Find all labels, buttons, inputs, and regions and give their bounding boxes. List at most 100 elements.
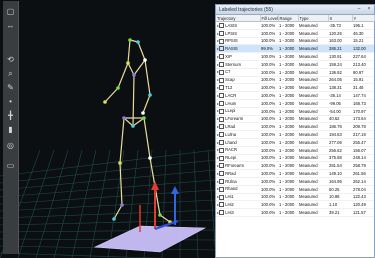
visibility-checkbox[interactable]: [219, 179, 225, 185]
cell-range: 1 - 2000: [278, 161, 298, 171]
table-row[interactable]: ▸ C7 100.0% 1 - 2000 Measured 136.92 90.97: [216, 68, 374, 77]
table-row[interactable]: ▸ LUlna 100.0% 1 - 2000 Measured 194.63 217.19: [216, 130, 374, 139]
table-row[interactable]: ▸ LHi1 100.0% 1 - 2000 Measured 10.88 122.43: [216, 193, 374, 202]
table-row[interactable]: ▸ RPSIS 100.0% 1 - 2000 Measured 163.00 15.21: [216, 37, 374, 46]
marker-point[interactable]: [141, 111, 145, 115]
marker-point[interactable]: [112, 217, 116, 221]
table-row[interactable]: ▸ Scap 100.0% 1 - 2000 Measured 264.05 15.91: [216, 76, 374, 85]
cell-x: 120.26: [328, 29, 352, 38]
zoom-icon[interactable]: ⌕: [5, 69, 16, 79]
marker-point[interactable]: [148, 156, 152, 160]
cell-y: 132.00: [352, 44, 374, 54]
visibility-checkbox[interactable]: [219, 186, 225, 192]
screen-icon[interactable]: ▭: [5, 161, 16, 171]
visibility-checkbox[interactable]: [219, 38, 225, 44]
marker-point[interactable]: [158, 213, 162, 217]
table-row[interactable]: ▸ LHi3 100.0% 1 - 2000 Measured 39.21 121.57: [216, 208, 374, 217]
table-row[interactable]: ▸ RACR 100.0% 1 - 2000 Measured 256.62 156.07: [216, 146, 374, 155]
cell-type: Measured: [298, 161, 328, 171]
marker-point[interactable]: [103, 100, 107, 104]
trajectory-name: C7: [225, 69, 231, 75]
cell-type: Measured: [298, 138, 328, 147]
table-row[interactable]: ▸ Lhand 100.0% 1 - 2000 Measured 277.06 255.47: [216, 138, 374, 147]
visibility-checkbox[interactable]: [219, 101, 225, 107]
table-row[interactable]: ▸ LASIS 100.0% 1 - 2000 Measured -35.73 195.1: [216, 21, 374, 30]
visibility-checkbox[interactable]: [219, 171, 225, 177]
marker-point[interactable]: [143, 58, 147, 62]
cell-fill: 100.0%: [260, 122, 278, 132]
marker-point[interactable]: [122, 116, 126, 120]
visibility-checkbox[interactable]: [219, 124, 225, 130]
table-row[interactable]: ▸ LACR 100.0% 1 - 2000 Measured -36.14 147.74: [216, 91, 374, 100]
select-icon[interactable]: ▢: [5, 7, 16, 17]
minimize-icon[interactable]: –: [356, 6, 362, 12]
table-row[interactable]: ▸ Sternum 100.0% 1 - 2000 Measured 159.24 213.…: [216, 60, 374, 69]
marker-point[interactable]: [120, 203, 124, 207]
table-row[interactable]: ▸ RUlna 100.0% 1 - 2000 Measured 164.95 262.14: [216, 177, 374, 186]
cell-fill: 100.0%: [260, 115, 278, 124]
window-titlebar[interactable]: Labeled trajectories (55) – ×: [216, 5, 374, 15]
table-row[interactable]: ▸ XIP 100.0% 1 - 2000 Measured 130.91 227.64: [216, 52, 374, 61]
table-row[interactable]: ▸ LRad 100.0% 1 - 2000 Measured 186.76 209.78: [216, 122, 374, 132]
visibility-checkbox[interactable]: [219, 132, 225, 138]
visibility-checkbox[interactable]: [219, 23, 225, 29]
bone-icon[interactable]: ╋: [5, 111, 16, 121]
marker-point[interactable]: [132, 73, 136, 77]
table-row[interactable]: ▸ RLepi 100.0% 1 - 2000 Measured 375.88 248.14: [216, 154, 374, 163]
table-row[interactable]: ▸ Rhand 100.0% 1 - 2000 Measured 50.25 278.04: [216, 185, 374, 194]
move-icon[interactable]: ↔: [5, 21, 16, 31]
table-row[interactable]: ▸ T12 100.0% 1 - 2000 Measured 138.31 31.46: [216, 83, 374, 93]
table-row[interactable]: ▸ RASIS 99.0% 1 - 2000 Measured 286.21 132.00: [216, 44, 374, 54]
table-row[interactable]: ▸ LHum 100.0% 1 - 2000 Measured -99.05 168.73: [216, 99, 374, 108]
cell-fill: 100.0%: [260, 83, 278, 93]
visibility-checkbox[interactable]: [219, 140, 225, 146]
marker-point[interactable]: [126, 61, 130, 65]
marker-point[interactable]: [148, 93, 152, 97]
visibility-checkbox[interactable]: [219, 202, 225, 208]
table-row[interactable]: ▸ RRad 100.0% 1 - 2000 Measured 149.10 261.56: [216, 169, 374, 178]
rotate-icon[interactable]: ⟲: [5, 55, 16, 65]
visibility-checkbox[interactable]: [219, 163, 225, 169]
trajectory-name: LLepi: [225, 108, 236, 114]
visibility-checkbox[interactable]: [219, 116, 225, 122]
visibility-checkbox[interactable]: [219, 147, 225, 153]
marker-point[interactable]: [131, 124, 135, 128]
cell-type: Measured: [298, 76, 328, 85]
marker-point[interactable]: [128, 38, 132, 42]
marker-point[interactable]: [136, 40, 140, 44]
close-icon[interactable]: ×: [366, 6, 372, 12]
visibility-checkbox[interactable]: [219, 77, 225, 83]
trash-icon[interactable]: ▮: [5, 125, 16, 135]
table-row[interactable]: ▸ RForearm 100.0% 1 - 2000 Measured 281.54 258…: [216, 161, 374, 171]
visibility-checkbox[interactable]: [219, 210, 225, 216]
cell-range: 1 - 2000: [278, 60, 298, 69]
visibility-checkbox[interactable]: [219, 93, 225, 99]
cell-x: 130.91: [328, 52, 352, 61]
cell-x: 149.10: [328, 169, 352, 178]
camera-icon[interactable]: ◎: [5, 141, 16, 151]
table-row[interactable]: ▸ LForearm 100.0% 1 - 2000 Measured 40.52 173.…: [216, 115, 374, 124]
visibility-checkbox[interactable]: [219, 108, 225, 114]
visibility-checkbox[interactable]: [219, 85, 225, 91]
visibility-checkbox[interactable]: [219, 69, 225, 75]
measure-icon[interactable]: ✎: [5, 83, 16, 93]
table-row[interactable]: ▸ LLepi 100.0% 1 - 2000 Measured -54.00 170.97: [216, 107, 374, 116]
marker-point[interactable]: [118, 161, 122, 165]
cell-x: 138.31: [328, 83, 352, 93]
marker-point[interactable]: [116, 86, 120, 90]
visibility-checkbox[interactable]: [219, 30, 225, 36]
table-row[interactable]: ▸ LPSIS 100.0% 1 - 2000 Measured 120.26 46.30: [216, 29, 374, 38]
trajectory-name: RPSIS: [225, 38, 238, 44]
visibility-checkbox[interactable]: [219, 54, 225, 60]
cell-range: 1 - 2000: [278, 44, 298, 54]
marker-point[interactable]: [142, 116, 146, 120]
cell-y: 262.14: [352, 177, 374, 186]
visibility-checkbox[interactable]: [219, 46, 225, 52]
cell-range: 1 - 2000: [278, 107, 298, 116]
visibility-checkbox[interactable]: [219, 155, 225, 161]
point-icon[interactable]: •: [5, 97, 16, 107]
cell-x: 159.24: [328, 60, 352, 69]
visibility-checkbox[interactable]: [219, 62, 225, 68]
visibility-checkbox[interactable]: [219, 194, 225, 200]
table-row[interactable]: ▸ LHi2 100.0% 1 - 2000 Measured 1.10 120.49: [216, 200, 374, 210]
